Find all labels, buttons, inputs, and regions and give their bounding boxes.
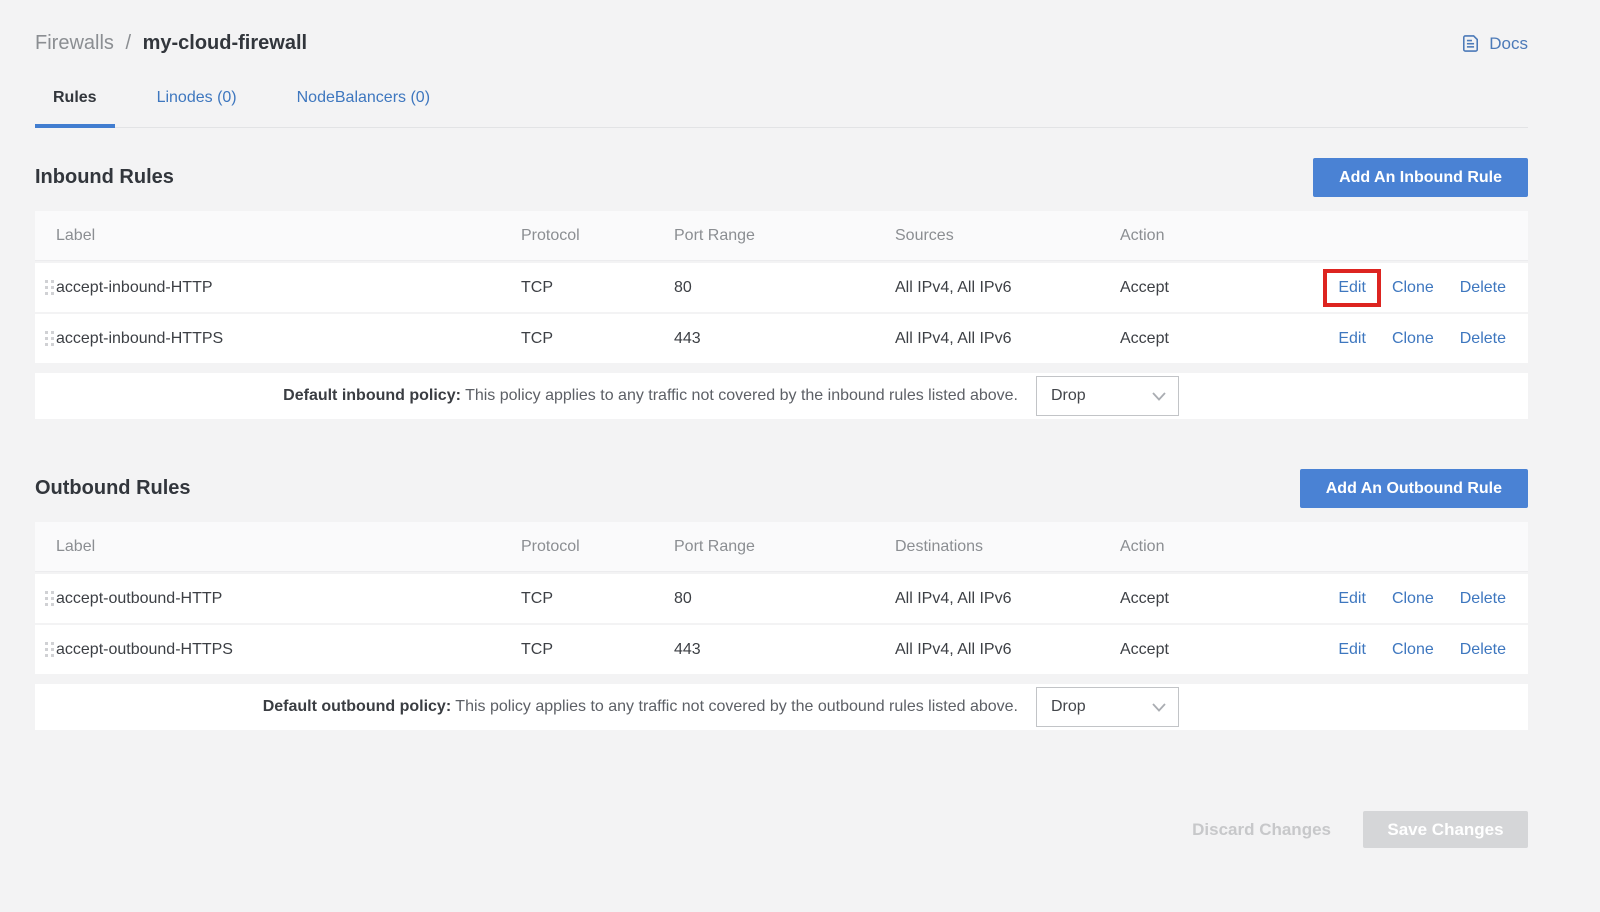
delete-link[interactable]: Delete bbox=[1460, 279, 1506, 297]
breadcrumb-separator: / bbox=[125, 32, 131, 54]
rule-actions: Edit Clone Delete bbox=[1320, 279, 1528, 297]
rule-label: accept-inbound-HTTP bbox=[56, 279, 521, 297]
edit-link[interactable]: Edit bbox=[1338, 279, 1366, 297]
default-outbound-policy-row: Default outbound policy: This policy app… bbox=[35, 684, 1528, 730]
rule-action: Accept bbox=[1120, 641, 1320, 659]
table-row-accept-inbound-http: accept-inbound-HTTP TCP 80 All IPv4, All… bbox=[35, 263, 1528, 312]
rule-label: accept-outbound-HTTP bbox=[56, 590, 521, 608]
drag-handle-icon[interactable] bbox=[35, 263, 56, 312]
save-changes-button[interactable]: Save Changes bbox=[1363, 811, 1528, 848]
breadcrumb-firewalls-link[interactable]: Firewalls bbox=[35, 32, 114, 54]
drag-handle-icon[interactable] bbox=[35, 625, 56, 674]
rule-action: Accept bbox=[1120, 279, 1320, 297]
inbound-rules-title: Inbound Rules bbox=[35, 166, 174, 189]
column-label: Label bbox=[56, 227, 521, 245]
inbound-section-header: Inbound Rules Add An Inbound Rule bbox=[35, 158, 1528, 197]
delete-link[interactable]: Delete bbox=[1460, 641, 1506, 659]
default-inbound-policy-select[interactable]: Drop bbox=[1036, 376, 1179, 416]
clone-link[interactable]: Clone bbox=[1392, 590, 1434, 608]
discard-changes-button[interactable]: Discard Changes bbox=[1192, 820, 1331, 840]
form-actions-footer: Discard Changes Save Changes bbox=[35, 811, 1528, 848]
rule-sources: All IPv4, All IPv6 bbox=[895, 330, 1120, 348]
top-bar: Firewalls / my-cloud-firewall Docs bbox=[35, 0, 1528, 55]
default-inbound-policy-row: Default inbound policy: This policy appl… bbox=[35, 373, 1528, 419]
selected-policy-value: Drop bbox=[1051, 698, 1086, 716]
rule-port: 443 bbox=[674, 330, 895, 348]
column-action: Action bbox=[1120, 227, 1320, 245]
add-inbound-rule-button[interactable]: Add An Inbound Rule bbox=[1313, 158, 1528, 197]
clone-link[interactable]: Clone bbox=[1392, 330, 1434, 348]
clone-link[interactable]: Clone bbox=[1392, 641, 1434, 659]
rule-protocol: TCP bbox=[521, 641, 674, 659]
docs-label: Docs bbox=[1489, 34, 1528, 54]
rule-actions: Edit Clone Delete bbox=[1320, 590, 1528, 608]
column-action: Action bbox=[1120, 538, 1320, 556]
tab-nodebalancers[interactable]: NodeBalancers (0) bbox=[279, 83, 448, 128]
inbound-rules-section: Inbound Rules Add An Inbound Rule Label … bbox=[35, 158, 1528, 419]
rule-actions: Edit Clone Delete bbox=[1320, 330, 1528, 348]
rule-label: accept-inbound-HTTPS bbox=[56, 330, 521, 348]
outbound-section-header: Outbound Rules Add An Outbound Rule bbox=[35, 469, 1528, 508]
selected-policy-value: Drop bbox=[1051, 387, 1086, 405]
drag-handle-icon[interactable] bbox=[35, 574, 56, 623]
add-outbound-rule-button[interactable]: Add An Outbound Rule bbox=[1300, 469, 1528, 508]
rule-protocol: TCP bbox=[521, 330, 674, 348]
rule-actions: Edit Clone Delete bbox=[1320, 641, 1528, 659]
chevron-down-icon bbox=[1152, 392, 1166, 401]
outbound-table-header: Label Protocol Port Range Destinations A… bbox=[35, 522, 1528, 572]
document-icon bbox=[1460, 33, 1481, 54]
breadcrumb: Firewalls / my-cloud-firewall bbox=[35, 32, 307, 55]
rule-sources: All IPv4, All IPv6 bbox=[895, 279, 1120, 297]
inbound-rules-table: Label Protocol Port Range Sources Action… bbox=[35, 211, 1528, 363]
column-label: Label bbox=[56, 538, 521, 556]
column-port-range: Port Range bbox=[674, 227, 895, 245]
outbound-rules-section: Outbound Rules Add An Outbound Rule Labe… bbox=[35, 469, 1528, 730]
rule-destinations: All IPv4, All IPv6 bbox=[895, 590, 1120, 608]
delete-link[interactable]: Delete bbox=[1460, 330, 1506, 348]
rule-action: Accept bbox=[1120, 590, 1320, 608]
delete-link[interactable]: Delete bbox=[1460, 590, 1506, 608]
default-outbound-policy-label: Default outbound policy: bbox=[263, 698, 451, 715]
tab-rules[interactable]: Rules bbox=[35, 83, 115, 128]
default-inbound-policy-description: This policy applies to any traffic not c… bbox=[465, 387, 1018, 404]
rule-port: 80 bbox=[674, 590, 895, 608]
firewall-detail-page: Firewalls / my-cloud-firewall Docs Rules… bbox=[35, 0, 1528, 848]
edit-link[interactable]: Edit bbox=[1338, 641, 1366, 659]
default-inbound-policy-text: Default inbound policy: This policy appl… bbox=[35, 387, 1018, 405]
column-port-range: Port Range bbox=[674, 538, 895, 556]
default-outbound-policy-select[interactable]: Drop bbox=[1036, 687, 1179, 727]
edit-link[interactable]: Edit bbox=[1338, 330, 1366, 348]
default-outbound-policy-text: Default outbound policy: This policy app… bbox=[35, 698, 1018, 716]
default-outbound-policy-description: This policy applies to any traffic not c… bbox=[455, 698, 1018, 715]
outbound-rules-title: Outbound Rules bbox=[35, 477, 191, 500]
default-inbound-policy-label: Default inbound policy: bbox=[283, 387, 461, 404]
column-sources: Sources bbox=[895, 227, 1120, 245]
chevron-down-icon bbox=[1152, 703, 1166, 712]
drag-handle-icon[interactable] bbox=[35, 314, 56, 363]
inbound-table-header: Label Protocol Port Range Sources Action bbox=[35, 211, 1528, 261]
table-row-accept-inbound-https: accept-inbound-HTTPS TCP 443 All IPv4, A… bbox=[35, 314, 1528, 363]
rule-protocol: TCP bbox=[521, 279, 674, 297]
column-protocol: Protocol bbox=[521, 227, 674, 245]
rule-protocol: TCP bbox=[521, 590, 674, 608]
rule-port: 443 bbox=[674, 641, 895, 659]
tab-linodes[interactable]: Linodes (0) bbox=[139, 83, 255, 128]
table-row-accept-outbound-https: accept-outbound-HTTPS TCP 443 All IPv4, … bbox=[35, 625, 1528, 674]
rule-action: Accept bbox=[1120, 330, 1320, 348]
rule-port: 80 bbox=[674, 279, 895, 297]
breadcrumb-current-firewall: my-cloud-firewall bbox=[143, 32, 307, 54]
table-row-accept-outbound-http: accept-outbound-HTTP TCP 80 All IPv4, Al… bbox=[35, 574, 1528, 623]
outbound-rules-table: Label Protocol Port Range Destinations A… bbox=[35, 522, 1528, 674]
column-protocol: Protocol bbox=[521, 538, 674, 556]
clone-link[interactable]: Clone bbox=[1392, 279, 1434, 297]
column-destinations: Destinations bbox=[895, 538, 1120, 556]
rule-label: accept-outbound-HTTPS bbox=[56, 641, 521, 659]
tab-bar: Rules Linodes (0) NodeBalancers (0) bbox=[35, 83, 1528, 128]
docs-link[interactable]: Docs bbox=[1460, 33, 1528, 54]
edit-link[interactable]: Edit bbox=[1338, 590, 1366, 608]
rule-destinations: All IPv4, All IPv6 bbox=[895, 641, 1120, 659]
